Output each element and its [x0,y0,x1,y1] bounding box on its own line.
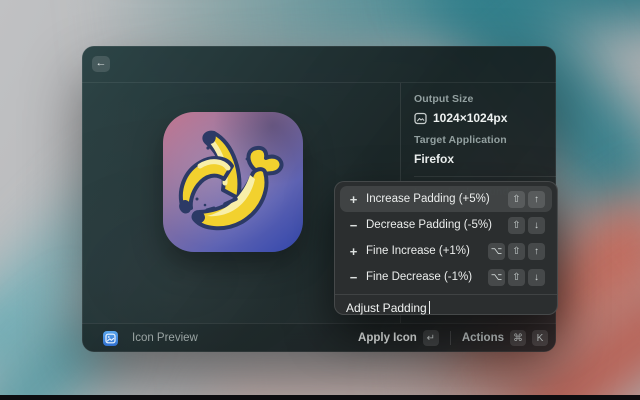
action-item-0[interactable]: + Increase Padding (+5%) ⇧↑ [340,186,552,212]
generated-app-icon [163,112,303,252]
output-size-row: 1024×1024px [414,111,544,125]
action-item-label: Decrease Padding (-5%) [366,219,492,231]
key-badge: ↓ [528,269,545,286]
window-footer: Icon Preview Apply Icon ↵ Actions ⌘ K [82,323,556,352]
return-key-badge: ↵ [423,330,439,346]
window-header: ← [82,46,556,83]
k-key-badge: K [532,330,548,346]
output-size-value: 1024×1024px [433,111,507,125]
action-item-label: Fine Increase (+1%) [366,245,470,257]
action-item-3[interactable]: −Fine Decrease (-1%) ⌥⇧↓ [340,264,552,290]
actions-button[interactable]: Actions [462,332,504,344]
action-search-input[interactable]: Adjust Padding [335,295,557,320]
background-streak-pink-faint [208,355,433,400]
key-badge: ⌥ [488,243,505,260]
key-badge: ↑ [528,243,545,260]
footer-actions: Apply Icon ↵ Actions ⌘ K [358,330,548,346]
plus-icon: + [347,192,360,207]
action-search-value: Adjust Padding [346,301,427,315]
apply-icon-button[interactable]: Apply Icon [358,332,417,344]
minus-icon: − [347,218,360,233]
shortcut-keys: ⇧↑ [508,191,545,208]
icon-preview-app-icon [103,331,118,346]
screen-edge-strip [0,395,640,400]
key-badge: ↓ [528,217,545,234]
output-size-label: Output Size [414,93,544,105]
minus-icon: − [347,270,360,285]
target-application-label: Target Application [414,134,544,146]
text-caret [429,301,431,314]
key-badge: ⇧ [508,217,525,234]
image-size-icon [414,112,427,125]
action-item-label: Fine Decrease (-1%) [366,271,472,283]
shortcut-keys: ⇧↓ [508,217,545,234]
key-badge: ⇧ [508,191,525,208]
shortcut-keys: ⌥⇧↓ [488,269,545,286]
target-application-value: Firefox [414,152,544,166]
action-panel: +Increase Padding (+5%)⇧↑−Decrease Paddi… [334,181,558,315]
shortcut-keys: ⌥⇧↑ [488,243,545,260]
command-key-badge: ⌘ [510,330,526,346]
key-badge: ⇧ [508,243,525,260]
footer-app-name: Icon Preview [132,332,198,344]
details-divider [414,176,556,177]
back-button[interactable]: ← [92,56,110,72]
action-item-1[interactable]: −Decrease Padding (-5%) ⇧↓ [340,212,552,238]
footer-divider [450,331,451,345]
key-badge: ⇧ [508,269,525,286]
back-arrow-icon: ← [96,57,107,69]
action-item-label: Increase Padding (+5%) [366,193,490,205]
key-badge: ⌥ [488,269,505,286]
key-badge: ↑ [528,191,545,208]
banana-illustration [163,112,303,252]
action-items-list: +Increase Padding (+5%)⇧↑−Decrease Paddi… [335,182,557,290]
plus-icon: + [347,244,360,259]
action-item-2[interactable]: + Fine Increase (+1%) ⌥⇧↑ [340,238,552,264]
